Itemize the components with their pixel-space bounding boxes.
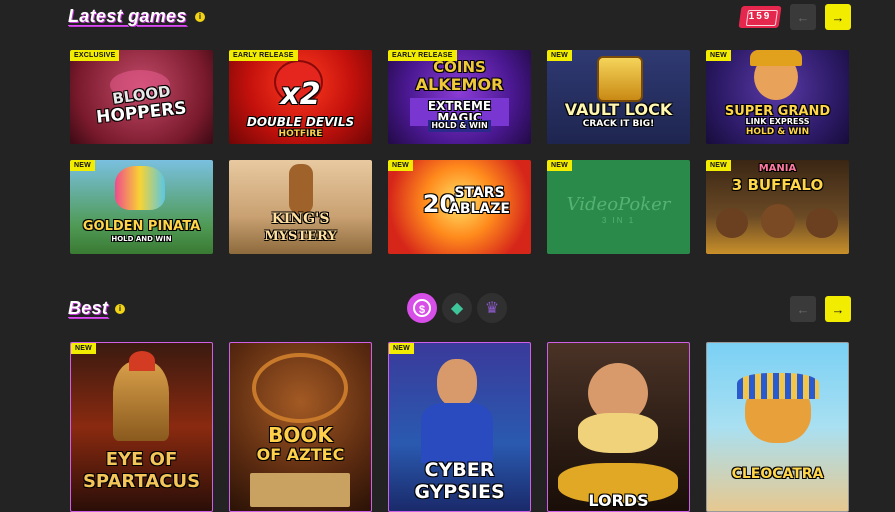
game-title-line: HOTFIRE xyxy=(278,129,323,139)
game-tile-vault-lock[interactable]: VAULT LOCK CRACK IT BIG! NEW xyxy=(547,50,690,144)
diamond-icon: ◆ xyxy=(450,300,464,317)
game-tile-kings-mystery[interactable]: KING'S MYSTERY xyxy=(229,160,372,254)
game-tag: NEW xyxy=(70,160,95,171)
game-tile-cleocatra[interactable]: CLEOCATRA xyxy=(706,342,849,512)
category-best-dollar[interactable]: $ xyxy=(407,293,437,323)
game-title-line: HOLD AND WIN xyxy=(111,235,172,243)
game-title-line: MYSTERY xyxy=(264,229,337,244)
game-title-line: CRACK IT BIG! xyxy=(582,119,655,129)
game-tile-3-buffalo[interactable]: MANIA 3 BUFFALO NEW xyxy=(706,160,849,254)
game-title-line: CLEOCATRA xyxy=(731,466,824,482)
dollar-coin-icon: $ xyxy=(413,299,431,317)
best-next-button[interactable]: → xyxy=(825,296,851,322)
info-icon[interactable]: i xyxy=(115,304,125,314)
game-title-line: COINS xyxy=(433,58,486,76)
game-tag: NEW xyxy=(547,160,572,171)
game-tile-super-grand[interactable]: SUPER GRAND LINK EXPRESS HOLD & WIN NEW xyxy=(706,50,849,144)
game-tag: EARLY RELEASE xyxy=(388,50,457,61)
game-title-line: SPARTACUS xyxy=(82,471,201,492)
game-title-line: CYBER xyxy=(424,459,495,481)
game-tile-coins-of-alkemor[interactable]: COINS ALKEMOR EXTREME MAGIC HOLD & WIN E… xyxy=(388,50,531,144)
game-tag: NEW xyxy=(389,343,414,354)
best-prev-button[interactable]: ← xyxy=(790,296,816,322)
game-title-line: STARS xyxy=(454,185,505,201)
game-title-line: ABLAZE xyxy=(449,201,510,217)
category-best-crown[interactable]: ♛ xyxy=(477,293,507,323)
game-title-line: LINK EXPRESS xyxy=(745,117,810,126)
game-title-line: HOLD & WIN xyxy=(745,127,810,137)
info-icon[interactable]: i xyxy=(195,12,205,22)
category-best-diamond[interactable]: ◆ xyxy=(442,293,472,323)
game-tag: EXCLUSIVE xyxy=(70,50,120,61)
game-title-line: VAULT LOCK xyxy=(564,100,673,119)
game-tile-double-devils[interactable]: x2 DOUBLE DEVILS HOTFIRE EARLY RELEASE xyxy=(229,50,372,144)
game-tile-lords[interactable]: LORDS xyxy=(547,342,690,512)
game-title-line: 3 IN 1 xyxy=(601,216,636,225)
game-tile-golden-pinata[interactable]: GOLDEN PINATA HOLD AND WIN NEW xyxy=(70,160,213,254)
latest-games-title: Latest games xyxy=(68,6,187,26)
game-tile-eye-of-spartacus[interactable]: EYE OF SPARTACUS NEW xyxy=(70,342,213,512)
game-title-line: x2 xyxy=(280,77,321,112)
game-title-line: DOUBLE DEVILS xyxy=(246,115,355,129)
game-tile-book-of-aztec[interactable]: BOOK OF AZTEC xyxy=(229,342,372,512)
game-tile-cyber-gypsies[interactable]: CYBER GYPSIES NEW xyxy=(388,342,531,512)
game-title-line: GOLDEN PINATA xyxy=(82,219,201,234)
latest-prev-button[interactable]: ← xyxy=(790,4,816,30)
games-count-badge: 159 xyxy=(738,6,782,28)
game-title-line: GYPSIES xyxy=(414,481,505,503)
game-title-line: OF AZTEC xyxy=(256,445,345,464)
games-count: 159 xyxy=(748,11,772,22)
crown-icon: ♛ xyxy=(484,300,500,317)
game-tag: NEW xyxy=(706,160,731,171)
game-title-line: ALKEMOR xyxy=(415,75,504,94)
game-title-line: LORDS xyxy=(588,491,649,510)
game-tag: NEW xyxy=(71,343,96,354)
game-tag: EARLY RELEASE xyxy=(229,50,298,61)
best-title: Best xyxy=(68,298,109,318)
game-tile-20-stars-ablaze[interactable]: 20 STARS ABLAZE NEW xyxy=(388,160,531,254)
game-title-line: KING'S xyxy=(271,211,330,227)
game-tag: NEW xyxy=(547,50,572,61)
game-title-line: BOOK xyxy=(268,423,333,447)
game-tag: NEW xyxy=(706,50,731,61)
game-title-line: VideoPoker xyxy=(566,194,671,215)
game-title-line: 3 BUFFALO xyxy=(731,176,824,194)
game-tile-video-poker[interactable]: VideoPoker 3 IN 1 NEW xyxy=(547,160,690,254)
latest-next-button[interactable]: → xyxy=(825,4,851,30)
game-tag: NEW xyxy=(388,160,413,171)
game-title-line: HOLD & WIN xyxy=(428,120,491,132)
game-title-line: EYE OF xyxy=(105,449,178,470)
game-tile-blood-hoppers[interactable]: BLOOD HOPPERS EXCLUSIVE xyxy=(70,50,213,144)
